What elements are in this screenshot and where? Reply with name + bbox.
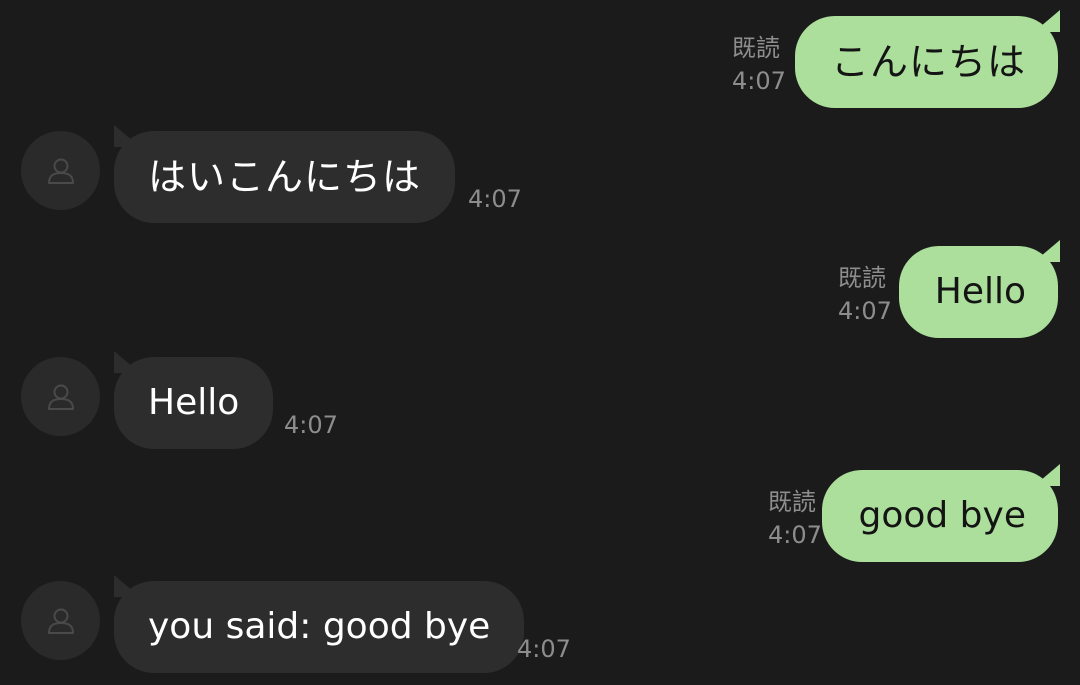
chat-message-list[interactable]: 既読 4:07 こんにちは はいこんにちは 4:07 既読 4:07 Hello… [0,0,1080,685]
bubble-tail [114,351,140,373]
bubble-tail [114,575,140,597]
message-bubble[interactable]: はいこんにちは [114,125,456,223]
message-bubble[interactable]: こんにちは [794,10,1060,108]
message-time: 4:07 [284,411,338,439]
read-receipt: 既読 [838,264,886,292]
message-time: 4:07 [838,297,892,325]
avatar[interactable] [21,131,100,210]
message-meta: 既読 4:07 [838,262,892,328]
message-bubble[interactable]: good bye [822,464,1060,562]
message-text: Hello [934,271,1026,312]
message-bubble[interactable]: you said: good bye [114,575,525,673]
message-bubble[interactable]: Hello [114,351,274,449]
avatar[interactable] [21,581,100,660]
bubble-tail [114,125,140,147]
bubble-tail [1034,240,1060,262]
bubble-tail [1034,10,1060,32]
message-text: こんにちは [830,40,1026,84]
avatar[interactable] [21,357,100,436]
message-bubble[interactable]: Hello [898,240,1060,338]
message-meta: 既読 4:07 [732,32,786,98]
default-user-icon [47,158,74,184]
message-text: good bye [858,495,1026,536]
read-receipt: 既読 [768,488,816,516]
message-text: Hello [148,382,240,423]
default-user-icon [47,384,74,410]
message-time: 4:07 [768,521,822,549]
bubble-tail [1034,464,1060,486]
message-text: you said: good bye [148,606,491,647]
default-user-icon [47,608,74,634]
message-text: はいこんにちは [148,155,422,199]
read-receipt: 既読 [732,34,780,62]
message-meta: 既読 4:07 [768,486,822,552]
message-time: 4:07 [517,635,571,663]
message-time: 4:07 [468,185,522,213]
message-time: 4:07 [732,67,786,95]
